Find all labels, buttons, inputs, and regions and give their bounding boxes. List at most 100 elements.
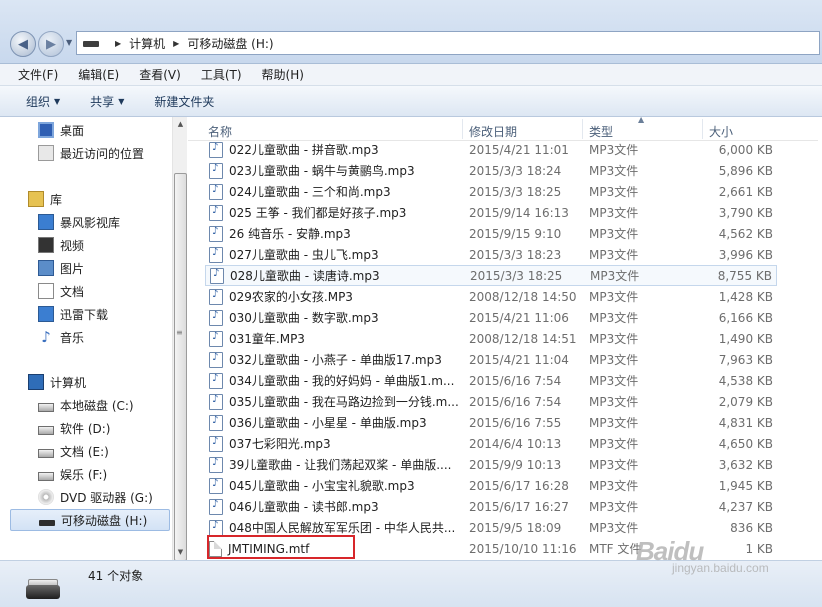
file-row[interactable]: 022儿童歌曲 - 拼音歌.mp3 2015/4/21 11:01 MP3文件 6,0…	[205, 139, 777, 160]
mp3-file-icon	[209, 246, 223, 263]
file-row[interactable]: 029农家的小女孩.MP3 2008/12/18 14:50 MP3文件 1,428 …	[205, 286, 777, 307]
file-date: 2015/3/3 18:25	[470, 268, 563, 283]
document-icon	[38, 283, 54, 299]
file-type: MP3文件	[589, 227, 639, 241]
menu-file[interactable]: 文件(F)	[18, 66, 58, 83]
file-row[interactable]: 030儿童歌曲 - 数字歌.mp3 2015/4/21 11:06 MP3文件 6,1…	[205, 307, 777, 328]
menu-help[interactable]: 帮助(H)	[262, 66, 304, 83]
file-date: 2015/6/16 7:54	[469, 394, 562, 409]
scroll-up-arrow-icon[interactable]: ▲	[173, 117, 188, 132]
file-row[interactable]: 028儿童歌曲 - 读唐诗.mp3 2015/3/3 18:25 MP3文件 8,75…	[205, 265, 777, 286]
drive-icon	[38, 426, 54, 435]
file-row[interactable]: 031童年.MP3 2008/12/18 14:51 MP3文件 1,490 KB	[205, 328, 777, 349]
file-row[interactable]: 034儿童歌曲 - 我的好妈妈 - 单曲版1.m... 2015/6/16 7:5…	[205, 370, 777, 391]
mp3-file-icon	[209, 330, 223, 347]
file-size: 3,996 KB	[718, 247, 773, 262]
file-size: 8,755 KB	[717, 268, 772, 283]
file-row[interactable]: 39儿童歌曲 - 让我们荡起双桨 - 单曲版.... 2015/9/9 10:13…	[205, 454, 777, 475]
nav-drive-item[interactable]: 文档 (E:)	[38, 440, 109, 462]
new-folder-label: 新建文件夹	[154, 94, 215, 109]
file-type: MP3文件	[589, 206, 639, 220]
file-name-cell: 39儿童歌曲 - 让我们荡起双桨 - 单曲版....	[209, 456, 451, 473]
file-type: MP3文件	[589, 290, 639, 304]
file-name-cell: 028儿童歌曲 - 读唐诗.mp3	[210, 267, 380, 284]
file-row[interactable]: 035儿童歌曲 - 我在马路边捡到一分钱.m... 2015/6/16 7:54 M…	[205, 391, 777, 412]
recent-pages-dropdown-icon[interactable]: ▼	[66, 38, 72, 47]
mp3-file-icon	[209, 351, 223, 368]
nav-drive-item[interactable]: 娱乐 (F:)	[38, 463, 107, 485]
file-name: 037七彩阳光.mp3	[229, 437, 331, 451]
nav-drive-item[interactable]: DVD 驱动器 (G:)	[38, 486, 153, 508]
scrollbar-thumb[interactable]	[174, 173, 187, 561]
column-header-date[interactable]: 修改日期	[469, 123, 517, 140]
scroll-grip-icon: ≡	[176, 328, 183, 337]
nav-computer-header-label: 计算机	[50, 375, 87, 390]
organize-button[interactable]: 组织 ▼	[26, 93, 60, 110]
forward-button[interactable]: ▶	[38, 31, 64, 57]
nav-drive-item[interactable]: 软件 (D:)	[38, 417, 110, 439]
back-button[interactable]: ◀	[10, 31, 36, 57]
file-row[interactable]: 037七彩阳光.mp3 2014/6/4 10:13 MP3文件 4,650 KB	[205, 433, 777, 454]
nav-library-item[interactable]: 图片	[38, 257, 84, 279]
file-size: 7,963 KB	[718, 352, 773, 367]
file-name: 39儿童歌曲 - 让我们荡起双桨 - 单曲版....	[229, 458, 452, 472]
column-header-size[interactable]: 大小	[709, 123, 733, 140]
column-header-row: 名称 修改日期 类型 ▲ 大小	[188, 117, 818, 141]
menu-view[interactable]: 查看(V)	[139, 66, 181, 83]
mp3-file-icon	[209, 372, 223, 389]
file-date: 2015/3/3 18:24	[469, 163, 562, 178]
nav-drive-item[interactable]: 本地磁盘 (C:)	[38, 394, 134, 416]
menu-tools[interactable]: 工具(T)	[201, 66, 242, 83]
new-folder-button[interactable]: 新建文件夹	[154, 93, 214, 110]
file-date: 2015/9/5 18:09	[469, 520, 562, 535]
file-row[interactable]: 024儿童歌曲 - 三个和尚.mp3 2015/3/3 18:25 MP3文件 2,6…	[205, 181, 777, 202]
mp3-file-icon	[209, 309, 223, 326]
music-icon: ♪	[41, 328, 51, 346]
breadcrumb-computer[interactable]: 计算机	[129, 35, 165, 52]
file-date: 2014/6/4 10:13	[469, 436, 562, 451]
file-date: 2015/6/17 16:27	[469, 499, 569, 514]
file-size: 6,166 KB	[718, 310, 773, 325]
share-button[interactable]: 共享 ▼	[90, 93, 124, 110]
file-type: MP3文件	[589, 164, 639, 178]
file-size: 5,896 KB	[718, 163, 773, 178]
file-row[interactable]: 023儿童歌曲 - 蜗牛与黄鹂鸟.mp3 2015/3/3 18:24 MP3文件 5…	[205, 160, 777, 181]
breadcrumb-separator-icon[interactable]: ▶	[173, 39, 179, 48]
file-row[interactable]: 036儿童歌曲 - 小星星 - 单曲版.mp3 2015/6/16 7:55 MP3…	[205, 412, 777, 433]
nav-computer-header[interactable]: 计算机	[28, 371, 86, 393]
navigation-scrollbar[interactable]: ▲ ≡ ▼	[172, 117, 188, 561]
column-header-name[interactable]: 名称	[208, 123, 232, 140]
file-name-cell: 027儿童歌曲 - 虫儿飞.mp3	[209, 246, 379, 263]
nav-drive-item-label: 本地磁盘 (C:)	[60, 398, 134, 413]
file-row[interactable]: 027儿童歌曲 - 虫儿飞.mp3 2015/3/3 18:23 MP3文件 3,99…	[205, 244, 777, 265]
nav-library-item[interactable]: 视频	[38, 234, 84, 256]
file-date: 2015/9/14 16:13	[469, 205, 569, 220]
nav-drive-item[interactable]: 可移动磁盘 (H:)	[10, 509, 170, 531]
nav-library-item[interactable]: 迅雷下载	[38, 303, 108, 325]
file-row[interactable]: 046儿童歌曲 - 读书郎.mp3 2015/6/17 16:27 MP3文件 4,2…	[205, 496, 777, 517]
breadcrumb-removable-drive[interactable]: 可移动磁盘 (H:)	[187, 35, 273, 52]
column-divider[interactable]	[702, 119, 703, 139]
nav-favorite-item[interactable]: 桌面	[38, 119, 84, 141]
address-box[interactable]: ▶ 计算机 ▶ 可移动磁盘 (H:)	[76, 31, 820, 55]
chevron-down-icon: ▼	[54, 96, 61, 106]
nav-libraries-header[interactable]: 库	[28, 188, 62, 210]
file-size: 6,000 KB	[718, 142, 773, 157]
drive-icon	[38, 472, 54, 481]
column-header-type[interactable]: 类型	[589, 123, 613, 140]
file-row[interactable]: 26 纯音乐 - 安静.mp3 2015/9/15 9:10 MP3文件 4,562 …	[205, 223, 777, 244]
file-date: 2008/12/18 14:51	[469, 331, 577, 346]
column-divider[interactable]	[462, 119, 463, 139]
breadcrumb-separator-icon[interactable]: ▶	[115, 39, 121, 48]
menu-edit[interactable]: 编辑(E)	[78, 66, 119, 83]
nav-library-item[interactable]: 文档	[38, 280, 84, 302]
nav-library-item[interactable]: 暴风影视库	[38, 211, 120, 233]
library-icon	[28, 191, 44, 207]
scroll-down-arrow-icon[interactable]: ▼	[173, 545, 188, 560]
column-divider[interactable]	[582, 119, 583, 139]
file-row[interactable]: 025 王筝 - 我们都是好孩子.mp3 2015/9/14 16:13 MP3文件…	[205, 202, 777, 223]
file-row[interactable]: 032儿童歌曲 - 小燕子 - 单曲版17.mp3 2015/4/21 11:04…	[205, 349, 777, 370]
file-row[interactable]: 045儿童歌曲 - 小宝宝礼貌歌.mp3 2015/6/17 16:28 MP3文件…	[205, 475, 777, 496]
nav-favorite-item[interactable]: 最近访问的位置	[38, 142, 144, 164]
nav-library-item[interactable]: ♪ 音乐	[38, 326, 84, 348]
